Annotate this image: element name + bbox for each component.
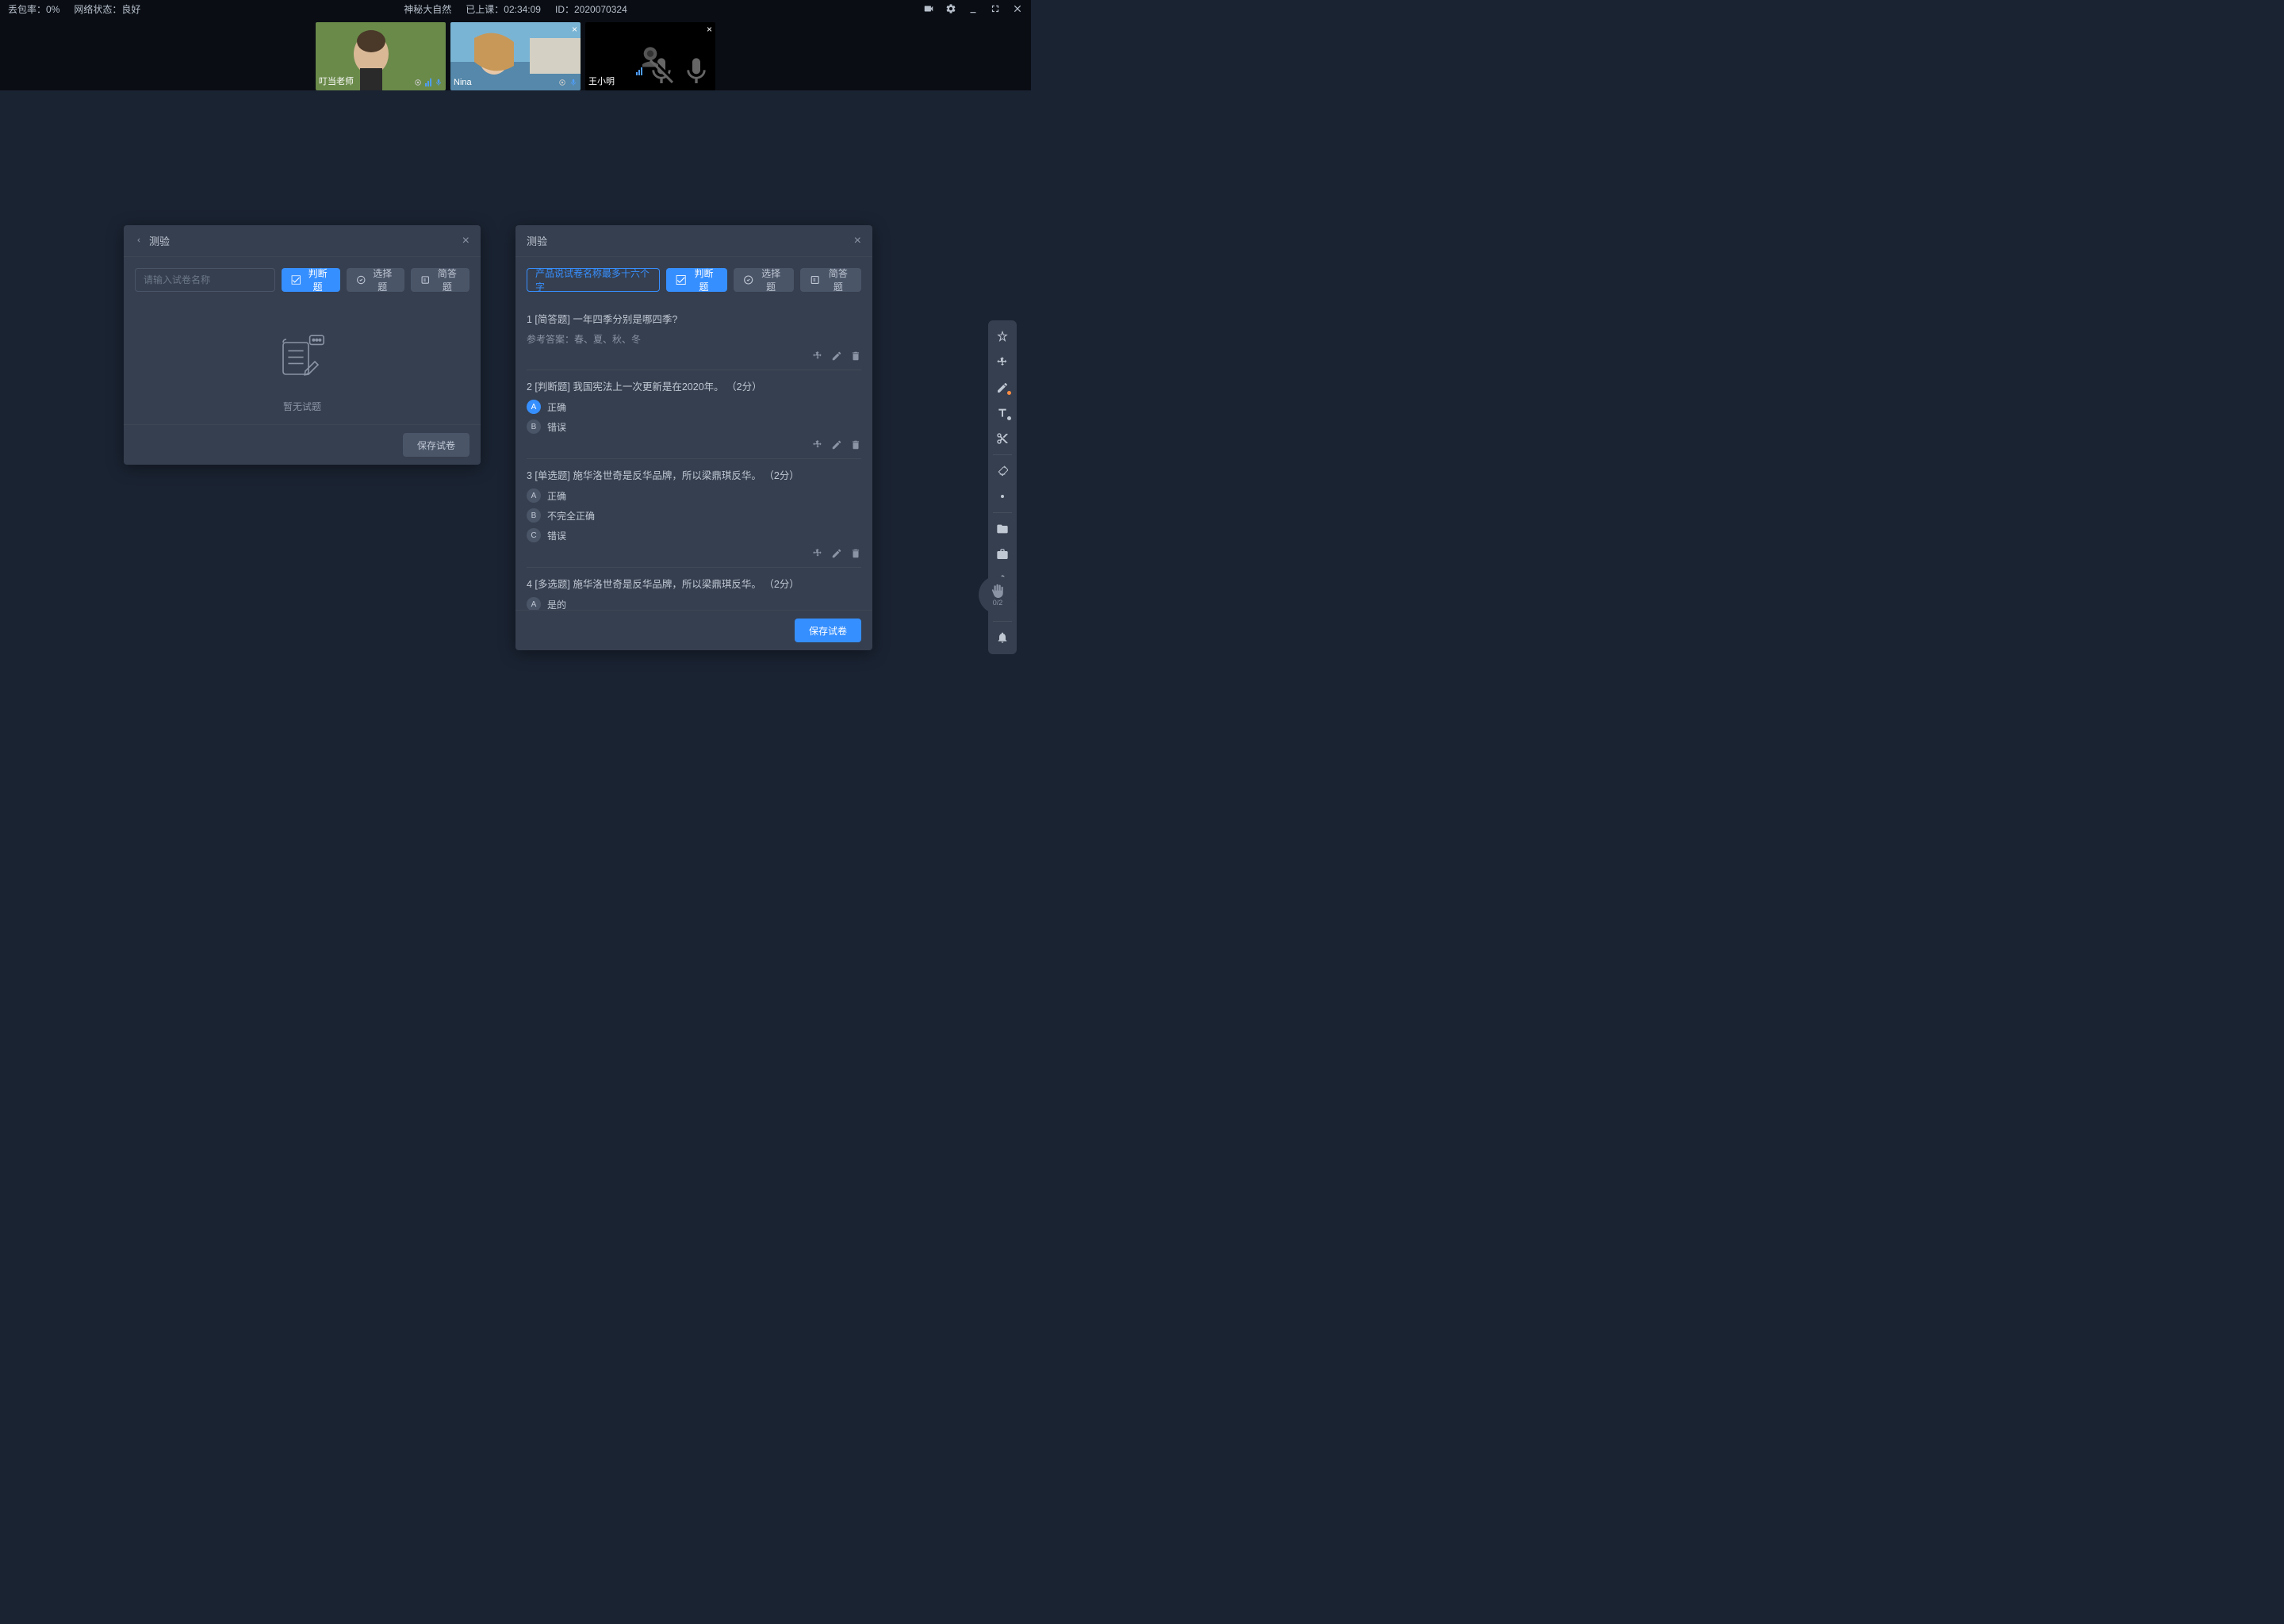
delete-icon[interactable] xyxy=(850,548,861,559)
add-judge-button[interactable]: 判断题 xyxy=(282,268,340,292)
option-text: 正确 xyxy=(547,489,566,503)
mic-icon xyxy=(569,78,577,87)
target-icon xyxy=(414,79,422,86)
option-text: 错误 xyxy=(547,420,566,434)
panel-title: 测验 xyxy=(527,233,547,248)
minimize-icon[interactable] xyxy=(968,3,979,14)
edit-icon[interactable] xyxy=(831,548,842,559)
delete-icon[interactable] xyxy=(850,350,861,362)
text-tool-icon[interactable] xyxy=(991,401,1014,425)
add-choice-button[interactable]: 选择题 xyxy=(734,268,795,292)
move-tool-icon[interactable] xyxy=(991,350,1014,374)
add-short-button[interactable]: 简答题 xyxy=(411,268,469,292)
video-tile-name: Nina xyxy=(454,78,472,87)
question-title: 4 [多选题] 施华洛世奇是反华品牌，所以梁鼎琪反华。 （2分） xyxy=(527,576,861,591)
audio-level-icon xyxy=(636,67,642,75)
quiz-name-input[interactable]: 产品说试卷名称最多十六个字 xyxy=(527,268,660,292)
close-icon[interactable]: × xyxy=(854,234,861,248)
network-status: 网络状态：良好 xyxy=(74,2,140,16)
question-option[interactable]: A 是的 xyxy=(527,597,861,610)
question-option[interactable]: A 正确 xyxy=(527,488,861,503)
raise-hand-button[interactable]: 0/2 xyxy=(979,576,1017,614)
question: 4 [多选题] 施华洛世奇是反华品牌，所以梁鼎琪反华。 （2分）A是的B不完全正… xyxy=(527,568,861,610)
mic-muted-icon xyxy=(646,56,677,87)
bell-icon[interactable] xyxy=(991,626,1014,649)
elapsed-time: 已上课：02:34:09 xyxy=(466,2,541,16)
target-icon xyxy=(558,79,566,86)
scissors-tool-icon[interactable] xyxy=(991,427,1014,450)
question: 1 [简答题] 一年四季分别是哪四季? 参考答案：春、夏、秋、冬 xyxy=(527,303,861,370)
mic-icon xyxy=(435,78,443,87)
option-letter: C xyxy=(527,528,541,542)
brightness-tool-icon[interactable] xyxy=(991,485,1014,508)
video-tile-student[interactable]: × Nina xyxy=(450,22,581,90)
course-name: 神秘大自然 xyxy=(404,2,451,16)
save-button[interactable]: 保存试卷 xyxy=(795,619,861,642)
panel-title: 测验 xyxy=(149,233,170,248)
move-icon[interactable] xyxy=(812,350,823,362)
mic-icon xyxy=(680,56,712,87)
fullscreen-icon[interactable] xyxy=(990,3,1001,14)
question-option[interactable]: B 不完全正确 xyxy=(527,508,861,523)
add-judge-button[interactable]: 判断题 xyxy=(666,268,727,292)
quiz-name-input[interactable] xyxy=(135,268,275,292)
video-tile-name: 王小明 xyxy=(588,75,615,87)
toolbox-icon[interactable] xyxy=(991,542,1014,566)
move-icon[interactable] xyxy=(812,548,823,559)
quiz-panel-filled: 测验 × 产品说试卷名称最多十六个字 判断题 选择题 简答题 1 [简答题] xyxy=(515,225,872,650)
question-answer: 参考答案：春、夏、秋、冬 xyxy=(527,332,861,346)
option-letter: B xyxy=(527,419,541,434)
add-short-button[interactable]: 简答题 xyxy=(800,268,861,292)
option-text: 是的 xyxy=(547,598,566,611)
pen-tool-icon[interactable] xyxy=(991,376,1014,400)
option-letter: A xyxy=(527,488,541,503)
save-button[interactable]: 保存试卷 xyxy=(403,433,469,457)
delete-icon[interactable] xyxy=(850,439,861,450)
topbar: 丢包率：0% 网络状态：良好 神秘大自然 已上课：02:34:09 ID：202… xyxy=(0,0,1031,17)
back-icon[interactable] xyxy=(135,235,143,247)
add-choice-button[interactable]: 选择题 xyxy=(347,268,405,292)
audio-level-icon xyxy=(425,79,431,86)
folder-icon[interactable] xyxy=(991,517,1014,541)
move-icon[interactable] xyxy=(812,439,823,450)
eraser-tool-icon[interactable] xyxy=(991,459,1014,483)
video-strip: 叮当老师 × Nina × 王小明 xyxy=(0,17,1031,90)
session-id: ID：2020070324 xyxy=(555,2,627,16)
close-icon[interactable]: × xyxy=(572,24,577,35)
option-letter: A xyxy=(527,400,541,414)
video-tile-name: 叮当老师 xyxy=(319,75,354,87)
question-title: 1 [简答题] 一年四季分别是哪四季? xyxy=(527,311,861,326)
question-option[interactable]: C 错误 xyxy=(527,528,861,542)
option-letter: A xyxy=(527,597,541,610)
hand-count: 0/2 xyxy=(993,599,1003,607)
packet-loss: 丢包率：0% xyxy=(8,2,59,16)
close-icon[interactable]: × xyxy=(462,234,469,248)
option-text: 不完全正确 xyxy=(547,509,595,523)
option-letter: B xyxy=(527,508,541,523)
edit-icon[interactable] xyxy=(831,439,842,450)
cursor-tool-icon[interactable] xyxy=(991,325,1014,349)
close-icon[interactable] xyxy=(1012,3,1023,14)
question-option[interactable]: A 正确 xyxy=(527,400,861,414)
question: 3 [单选题] 施华洛世奇是反华品牌，所以梁鼎琪反华。 （2分） A 正确 B 不完全正… xyxy=(527,459,861,568)
option-text: 正确 xyxy=(547,400,566,414)
video-tile-teacher[interactable]: 叮当老师 xyxy=(316,22,446,90)
camera-toggle-icon[interactable] xyxy=(923,3,934,14)
option-text: 错误 xyxy=(547,529,566,542)
question-title: 3 [单选题] 施华洛世奇是反华品牌，所以梁鼎琪反华。 （2分） xyxy=(527,467,861,482)
question: 2 [判断题] 我国宪法上一次更新是在2020年。 （2分） A 正确 B 错误 xyxy=(527,370,861,459)
empty-text: 暂无试题 xyxy=(283,400,321,413)
video-tile-student[interactable]: × 王小明 xyxy=(585,22,715,90)
edit-icon[interactable] xyxy=(831,350,842,362)
question-option[interactable]: B 错误 xyxy=(527,419,861,434)
quiz-panel-empty: 测验 × 判断题 选择题 简答题 xyxy=(124,225,481,465)
question-title: 2 [判断题] 我国宪法上一次更新是在2020年。 （2分） xyxy=(527,378,861,393)
empty-state: 暂无试题 xyxy=(135,303,469,424)
close-icon[interactable]: × xyxy=(707,24,712,35)
settings-icon[interactable] xyxy=(945,3,956,14)
